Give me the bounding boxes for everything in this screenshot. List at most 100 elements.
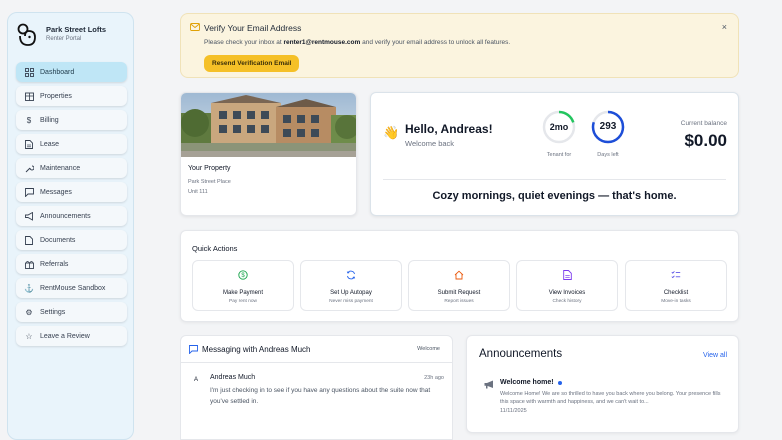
- announcement-body: Welcome Home! We are so thrilled to have…: [500, 391, 721, 405]
- qa-label: Submit Request: [437, 290, 481, 296]
- sidebar-item-dashboard[interactable]: Dashboard: [16, 62, 127, 82]
- dollar-icon: $: [26, 115, 32, 125]
- waving-hand-icon: 👋: [383, 125, 400, 140]
- property-unit: Unit 111: [188, 189, 208, 195]
- conversation-tag[interactable]: Welcome: [417, 346, 440, 352]
- qa-sub: Report issues: [444, 299, 474, 304]
- sidebar-item-billing[interactable]: $ Billing: [16, 110, 127, 130]
- property-photo: [181, 93, 356, 157]
- banner-title: Verify Your Email Address: [204, 23, 302, 33]
- sidebar-item-label: Settings: [40, 308, 66, 316]
- verify-email-banner: Verify Your Email Address Please check y…: [180, 13, 739, 78]
- messaging-header: Messaging with Andreas Much Welcome: [181, 336, 452, 363]
- qa-label: Make Payment: [222, 290, 264, 296]
- messaging-card: Messaging with Andreas Much Welcome A An…: [180, 335, 453, 440]
- chat-bubble-icon: [189, 345, 198, 354]
- wrench-icon: [24, 163, 34, 173]
- banner-email: renter1@rentmouse.com: [283, 39, 361, 46]
- qa-label: View Invoices: [548, 290, 586, 296]
- sidebar-item-referrals[interactable]: Referrals: [16, 254, 127, 274]
- mail-icon: [190, 23, 200, 31]
- sidebar-item-label: Lease: [40, 140, 60, 148]
- tenant-for-ring: 2mo: [541, 109, 577, 145]
- sidebar-item-documents[interactable]: Documents: [16, 230, 127, 250]
- document-icon: [24, 139, 34, 149]
- unread-dot: [558, 381, 562, 385]
- checklist-button[interactable]: Checklist Move-in tasks: [625, 260, 727, 311]
- welcome-subtitle: Welcome back: [405, 139, 455, 148]
- star-icon: ☆: [25, 331, 33, 341]
- sidebar-item-maintenance[interactable]: Maintenance: [16, 158, 127, 178]
- sidebar-item-label: Properties: [40, 92, 72, 100]
- sidebar-item-rentmouse-sandbox[interactable]: ⚓ RentMouse Sandbox: [16, 278, 127, 298]
- sidebar-item-label: Referrals: [40, 260, 69, 268]
- megaphone-icon: [484, 380, 493, 389]
- sidebar-item-messages[interactable]: Messages: [16, 182, 127, 202]
- make-payment-button[interactable]: $ Make Payment Pay rent now: [192, 260, 294, 311]
- qa-sub: Pay rent now: [229, 299, 257, 304]
- refresh-icon: [301, 270, 401, 280]
- brand-subtitle: Renter Portal: [46, 36, 82, 42]
- welcome-card: 👋 Hello, Andreas! Welcome back 2mo Tenan…: [370, 92, 739, 216]
- qa-label: Checklist: [663, 290, 689, 296]
- qa-sub: Move-in tasks: [661, 299, 691, 304]
- greeting: Hello, Andreas!: [405, 122, 493, 136]
- message-sender: Andreas Much: [210, 374, 256, 381]
- sidebar-item-lease[interactable]: Lease: [16, 134, 127, 154]
- announcements-title: Announcements: [479, 348, 563, 360]
- announcement-date: 11/11/2025: [500, 408, 527, 414]
- qa-label: Set Up Autopay: [330, 290, 372, 296]
- qa-sub: Never miss payment: [329, 299, 373, 304]
- brand-header[interactable]: Park Street Lofts Renter Portal: [8, 13, 133, 59]
- dollar-circle-icon: $: [193, 270, 293, 280]
- sidebar-item-label: Leave a Review: [40, 332, 90, 340]
- sidebar-item-label: Documents: [40, 236, 76, 244]
- brand-name: Park Street Lofts: [46, 25, 107, 34]
- quick-actions-title: Quick Actions: [192, 244, 238, 253]
- sidebar: Park Street Lofts Renter Portal Dashboar…: [7, 12, 134, 440]
- submit-request-button[interactable]: Submit Request Report issues: [408, 260, 510, 311]
- building-icon: [24, 91, 34, 101]
- home-icon: [409, 270, 509, 280]
- checklist-icon: [626, 270, 726, 280]
- divider: [383, 179, 726, 180]
- sidebar-item-announcements[interactable]: Announcements: [16, 206, 127, 226]
- set-up-autopay-button[interactable]: Set Up Autopay Never miss payment: [300, 260, 402, 311]
- banner-text: Please check your inbox at renter1@rentm…: [204, 39, 511, 46]
- announcement-title[interactable]: Welcome home!: [500, 379, 554, 386]
- sidebar-item-label: Announcements: [40, 212, 91, 220]
- sidebar-item-label: Dashboard: [40, 68, 75, 76]
- sidebar-item-label: Messages: [40, 188, 72, 196]
- message-body[interactable]: I'm just checking in to see if you have …: [210, 385, 446, 407]
- mouse-logo-icon: [17, 23, 36, 46]
- tagline: Cozy mornings, quiet evenings — that's h…: [432, 190, 677, 202]
- tenant-for-label: Tenant for: [546, 152, 572, 158]
- balance-value: $0.00: [684, 131, 727, 150]
- invoice-icon: [517, 270, 617, 280]
- megaphone-icon: [24, 211, 34, 221]
- announcements-card: Announcements View all Welcome home! Wel…: [466, 335, 739, 433]
- sidebar-item-settings[interactable]: ⚙ Settings: [16, 302, 127, 322]
- resend-verification-button[interactable]: Resend Verification Email: [204, 55, 300, 72]
- avatar: A: [194, 377, 199, 383]
- sidebar-item-properties[interactable]: Properties: [16, 86, 127, 106]
- gear-icon: ⚙: [25, 307, 33, 317]
- close-icon[interactable]: ×: [722, 22, 727, 32]
- quick-actions-card: Quick Actions $ Make Payment Pay rent no…: [180, 230, 739, 322]
- sidebar-nav: Dashboard Properties $ Billing Lease Mai…: [16, 62, 127, 350]
- days-left-value: 293: [599, 121, 617, 132]
- view-all-link[interactable]: View all: [703, 352, 727, 359]
- property-card[interactable]: Your Property Park Street Place Unit 111: [180, 92, 357, 216]
- gift-icon: [24, 259, 34, 269]
- file-icon: [24, 235, 34, 245]
- sidebar-item-label: RentMouse Sandbox: [40, 284, 106, 292]
- days-left-ring: 293: [590, 109, 626, 145]
- sidebar-item-label: Billing: [40, 116, 59, 124]
- view-invoices-button[interactable]: View Invoices Check history: [516, 260, 618, 311]
- svg-text:$: $: [241, 273, 245, 279]
- sidebar-item-leave-a-review[interactable]: ☆ Leave a Review: [16, 326, 127, 346]
- anchor-icon: ⚓: [24, 283, 34, 293]
- tenant-for-value: 2mo: [549, 122, 569, 132]
- balance-label: Current balance: [680, 120, 727, 127]
- sidebar-item-label: Maintenance: [40, 164, 81, 172]
